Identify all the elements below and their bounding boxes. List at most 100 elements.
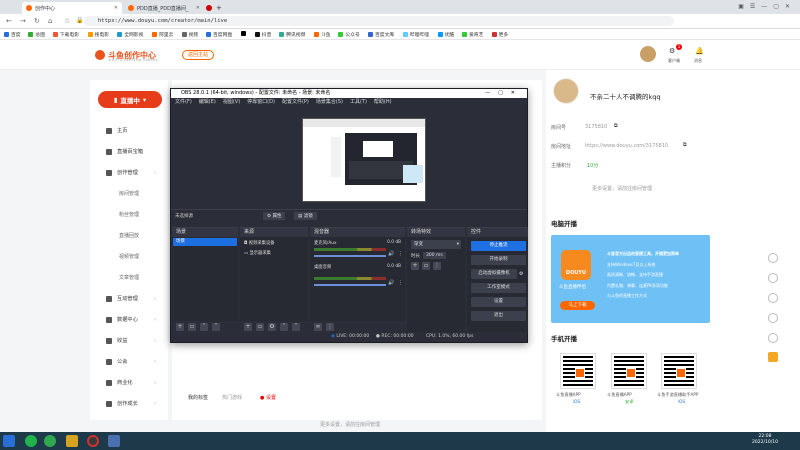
settings-button[interactable]: 设置 bbox=[471, 297, 526, 307]
start-recording-button[interactable]: 开始录制 bbox=[471, 255, 526, 265]
page-footer-note[interactable]: 更多设置，请前往房间管理 bbox=[320, 421, 380, 428]
home-icon[interactable]: ⌂ bbox=[48, 17, 52, 25]
service-float-icon[interactable] bbox=[768, 313, 778, 323]
bell-icon[interactable]: 🔔 bbox=[695, 47, 704, 55]
duration-input[interactable]: 300 ms bbox=[423, 252, 446, 259]
more-icon[interactable]: ⋮ bbox=[398, 280, 403, 286]
obs-menu-item[interactable]: 配置文件(P) bbox=[282, 98, 309, 107]
obs-window[interactable]: OBS 28.0.1 (64-bit, windows) - 配置文件: 未命名… bbox=[170, 88, 528, 343]
exit-button[interactable]: 退出 bbox=[471, 311, 526, 321]
my-tags-link[interactable]: 我的标签 bbox=[188, 394, 208, 401]
bookmark-item[interactable]: 哔哩哔哩 bbox=[402, 31, 429, 38]
bookmark-item[interactable]: 抖音 bbox=[254, 31, 271, 38]
more-settings-link[interactable]: 更多设置，请前往房间管理 bbox=[592, 185, 652, 192]
obs-menu-item[interactable]: 场景集合(S) bbox=[316, 98, 343, 107]
sidebar-subitem[interactable]: 视频管理 bbox=[119, 253, 139, 260]
trash-icon[interactable]: ▫ bbox=[188, 323, 196, 331]
bookmark-item[interactable]: 百度网盘 bbox=[206, 31, 232, 38]
bookmark-item[interactable]: 百度 bbox=[4, 31, 21, 38]
link-icon[interactable]: ∞ bbox=[314, 323, 322, 331]
close-icon[interactable]: ✕ bbox=[196, 5, 200, 11]
obs-menu-item[interactable]: 工具(T) bbox=[350, 98, 367, 107]
source-item[interactable]: ▭ 显示器采集 bbox=[240, 250, 308, 256]
scene-item[interactable]: 场景 bbox=[173, 238, 237, 246]
more-icon[interactable]: ⋮ bbox=[326, 323, 334, 331]
mic-volume-slider[interactable] bbox=[314, 255, 386, 257]
bookmark-item[interactable]: 更多 bbox=[491, 31, 508, 38]
back-to-main-button[interactable]: 返回主站 bbox=[182, 50, 214, 60]
properties-button[interactable]: ⚙ 属性 bbox=[263, 212, 286, 220]
obs-menu-item[interactable]: 停靠窗口(D) bbox=[247, 98, 275, 107]
obs-menu-item[interactable]: 帮助(H) bbox=[374, 98, 392, 107]
bookmark-item[interactable]: 视频 bbox=[181, 31, 198, 38]
obs-preview[interactable] bbox=[302, 118, 426, 202]
settings-link[interactable]: ● 设置 bbox=[260, 394, 276, 401]
bookmark-item[interactable]: 优酷 bbox=[437, 31, 454, 38]
browser-app-icon[interactable] bbox=[44, 435, 56, 447]
bookmark-item[interactable]: 腾讯视频 bbox=[279, 31, 305, 38]
back-icon[interactable]: ← bbox=[6, 17, 12, 25]
client-icon[interactable]: ⚙ bbox=[669, 47, 675, 55]
up-icon[interactable]: ˄ bbox=[280, 323, 288, 331]
obs-app-icon[interactable] bbox=[87, 435, 99, 447]
desktop-volume-slider[interactable] bbox=[314, 284, 386, 286]
obs-window-controls[interactable]: —▢✕ bbox=[485, 89, 523, 98]
tab-creator-center[interactable]: 创作中心 ✕ bbox=[22, 2, 122, 14]
trash-icon[interactable]: ▫ bbox=[256, 323, 264, 331]
down-icon[interactable]: ˅ bbox=[292, 323, 300, 331]
hot-games-link[interactable]: 热门游戏 bbox=[222, 394, 242, 401]
studio-mode-button[interactable]: 工作室模式 bbox=[471, 283, 526, 293]
forward-icon[interactable]: → bbox=[20, 17, 26, 25]
avatar[interactable] bbox=[640, 46, 656, 62]
obs-title-bar[interactable]: OBS 28.0.1 (64-bit, windows) - 配置文件: 未命名… bbox=[171, 89, 527, 98]
sidebar-item[interactable]: 公会 › bbox=[106, 358, 156, 365]
bookmark-item[interactable]: 下载电影 bbox=[52, 31, 79, 38]
bookmark-item[interactable]: 斗鱼 bbox=[314, 31, 331, 38]
sidebar-item[interactable]: 创作成长 › bbox=[106, 400, 156, 407]
sidebar-item[interactable]: 收益 › bbox=[106, 337, 156, 344]
star-icon[interactable]: ☆ bbox=[64, 17, 70, 25]
tab-third[interactable] bbox=[206, 2, 214, 14]
trash-icon[interactable]: ▫ bbox=[422, 262, 430, 270]
obs-menu-item[interactable]: 文件(F) bbox=[175, 98, 192, 107]
clock[interactable]: 22:08 2022/10/10 bbox=[752, 434, 778, 446]
add-icon[interactable]: + bbox=[411, 262, 419, 270]
copy-icon[interactable]: ⧉ bbox=[683, 142, 687, 148]
bookmark-item[interactable]: 公众号 bbox=[338, 31, 360, 38]
site-logo[interactable]: 斗鱼创作中心 DOUYU CREATOR CENTER bbox=[95, 47, 175, 63]
speaker-icon[interactable]: 🔊 bbox=[388, 251, 394, 257]
virtual-camera-button[interactable]: 启动虚拟摄像机 bbox=[471, 269, 517, 279]
sidebar-item[interactable]: 主页 bbox=[106, 127, 127, 134]
up-icon[interactable]: ˄ bbox=[200, 323, 208, 331]
add-icon[interactable]: + bbox=[176, 323, 184, 331]
tab-pdd[interactable]: PDD直播_PDD直播间_ ✕ bbox=[124, 2, 204, 14]
transition-select[interactable]: 渐变 ▾ bbox=[411, 240, 461, 249]
source-item[interactable]: ◘ 视频采集设备 bbox=[240, 240, 308, 246]
obs-menu-item[interactable]: 视图(V) bbox=[223, 98, 240, 107]
more-icon[interactable]: ⋮ bbox=[398, 251, 403, 257]
url-input[interactable]: https://www.douyu.com/creator/main/live bbox=[84, 16, 674, 26]
bookmark-item[interactable]: 阿里云 bbox=[152, 31, 173, 38]
sidebar-item[interactable]: 创作管理 › bbox=[106, 169, 156, 176]
bookmark-item[interactable]: 百度文库 bbox=[368, 31, 394, 38]
bookmark-item[interactable]: 爱奇艺 bbox=[462, 31, 483, 38]
down-icon[interactable]: ˅ bbox=[212, 323, 220, 331]
add-icon[interactable]: + bbox=[244, 323, 252, 331]
sidebar-subitem[interactable]: 粉丝管理 bbox=[119, 211, 139, 218]
app-icon[interactable] bbox=[108, 435, 120, 447]
folder-app-icon[interactable] bbox=[66, 435, 78, 447]
feedback-float-icon[interactable] bbox=[768, 333, 778, 343]
bookmark-item[interactable]: 总图 bbox=[28, 31, 45, 38]
sidebar-item[interactable]: 数据中心 › bbox=[106, 316, 156, 323]
sidebar-item[interactable]: 商业化 › bbox=[106, 379, 156, 386]
download-button[interactable]: 马上下载 bbox=[560, 301, 595, 310]
live-status-button[interactable]: ▮ 直播中 ▾ bbox=[98, 91, 162, 108]
window-controls[interactable]: ▣☰—▢✕ bbox=[738, 3, 796, 10]
sidebar-subitem[interactable]: 房间管理 bbox=[119, 190, 139, 197]
share-float-icon[interactable] bbox=[768, 273, 778, 283]
speaker-icon[interactable]: 🔊 bbox=[388, 280, 394, 286]
bookmark-item[interactable] bbox=[240, 31, 248, 36]
obs-menu-item[interactable]: 编辑(E) bbox=[199, 98, 216, 107]
bookmark-item[interactable]: 全网影视 bbox=[117, 31, 143, 38]
sidebar-item[interactable]: 互动管理 › bbox=[106, 295, 156, 302]
